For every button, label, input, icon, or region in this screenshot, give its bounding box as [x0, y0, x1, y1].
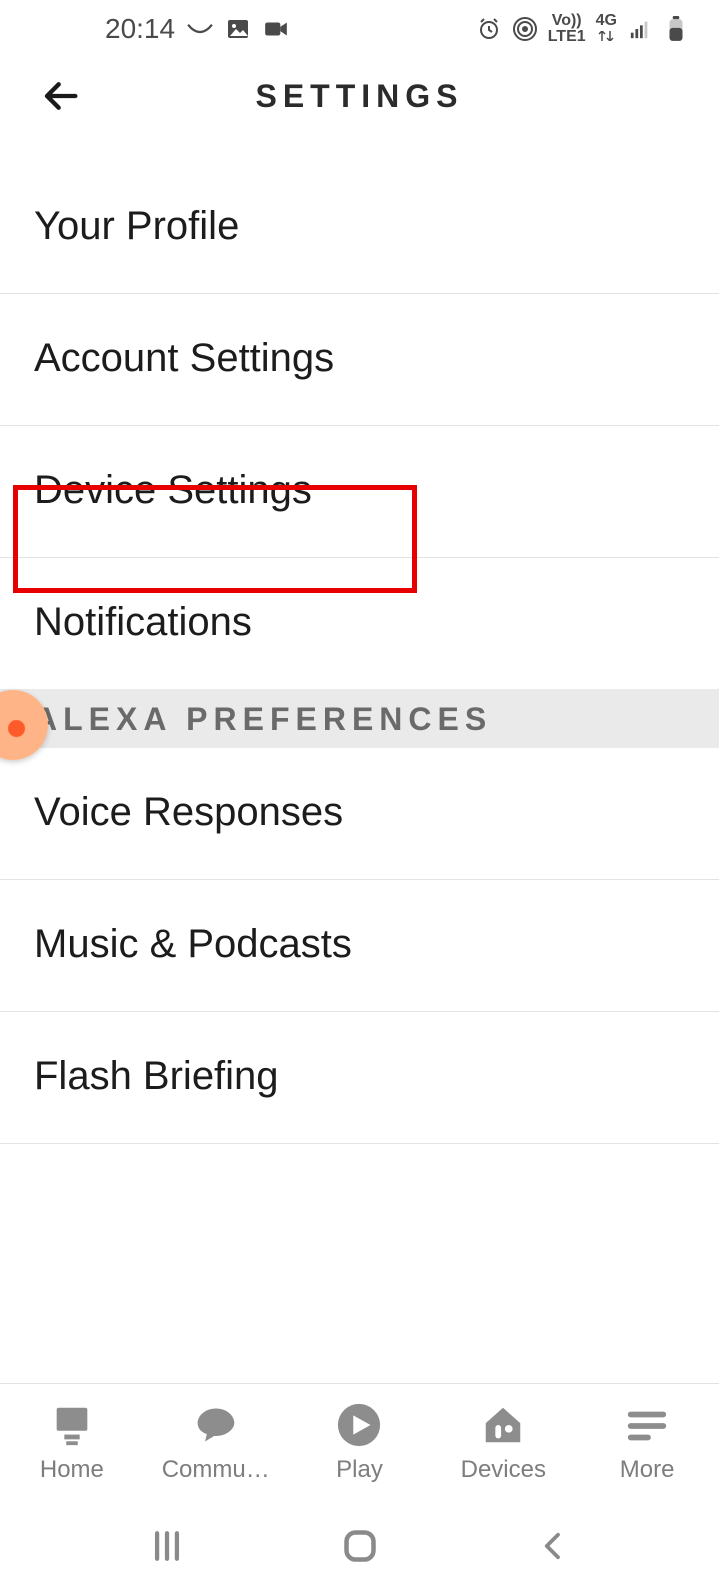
nav-home[interactable]: Home — [0, 1384, 144, 1501]
settings-item-flash-briefing[interactable]: Flash Briefing — [0, 1012, 719, 1144]
nav-label: Devices — [455, 1456, 552, 1484]
volte-top: Vo)) — [552, 12, 582, 29]
recents-icon — [150, 1529, 184, 1563]
signal-icon — [627, 16, 653, 42]
network-gen: 4G — [596, 13, 617, 45]
status-bar: 20:14 Vo)) LTE1 4G — [0, 0, 719, 58]
settings-item-label: Notifications — [34, 600, 252, 644]
home-icon — [49, 1402, 95, 1448]
status-right: Vo)) LTE1 4G — [476, 13, 689, 45]
network-gen-label: 4G — [596, 12, 617, 29]
battery-icon — [663, 16, 689, 42]
volte-bottom: LTE1 — [548, 28, 586, 45]
nav-more[interactable]: More — [575, 1384, 719, 1501]
swoosh-icon — [187, 16, 213, 42]
devices-icon — [480, 1402, 526, 1448]
section-header-alexa-preferences: ALEXA PREFERENCES — [0, 689, 719, 748]
nav-play[interactable]: Play — [288, 1384, 432, 1501]
settings-item-label: Flash Briefing — [34, 1054, 279, 1098]
settings-item-label: Device Settings — [34, 468, 312, 512]
settings-item-voice-responses[interactable]: Voice Responses — [0, 748, 719, 880]
chevron-left-icon — [538, 1531, 568, 1561]
settings-item-label: Music & Podcasts — [34, 922, 352, 966]
nav-label: More — [614, 1456, 681, 1484]
play-icon — [336, 1402, 382, 1448]
volte-indicator: Vo)) LTE1 — [548, 13, 586, 45]
sys-home-button[interactable] — [330, 1516, 390, 1576]
settings-list: Your Profile Account Settings Device Set… — [0, 134, 719, 1144]
settings-item-label: Your Profile — [34, 204, 239, 248]
page-title: SETTINGS — [0, 78, 719, 115]
nav-devices[interactable]: Devices — [431, 1384, 575, 1501]
arrow-left-icon — [42, 76, 82, 116]
nav-label: Play — [330, 1456, 389, 1484]
settings-item-device-settings[interactable]: Device Settings — [0, 426, 719, 558]
bottom-nav: Home Commu… Play Devices More — [0, 1383, 719, 1501]
nav-label: Home — [34, 1456, 110, 1484]
nav-communicate[interactable]: Commu… — [144, 1384, 288, 1501]
settings-item-notifications[interactable]: Notifications — [0, 558, 719, 689]
sys-back-button[interactable] — [523, 1516, 583, 1576]
nav-label: Commu… — [156, 1456, 276, 1484]
settings-item-label: Account Settings — [34, 336, 334, 380]
status-time: 20:14 — [105, 13, 175, 45]
alarm-icon — [476, 16, 502, 42]
video-icon — [263, 16, 289, 42]
settings-item-label: Voice Responses — [34, 790, 343, 834]
image-icon — [225, 16, 251, 42]
app-header: SETTINGS — [0, 58, 719, 134]
system-nav — [0, 1501, 719, 1591]
hotspot-icon — [512, 16, 538, 42]
home-square-icon — [342, 1528, 378, 1564]
chat-icon — [193, 1402, 239, 1448]
sys-recents-button[interactable] — [137, 1516, 197, 1576]
settings-item-account-settings[interactable]: Account Settings — [0, 294, 719, 426]
more-icon — [624, 1402, 670, 1448]
status-left: 20:14 — [105, 13, 289, 45]
settings-item-music-podcasts[interactable]: Music & Podcasts — [0, 880, 719, 1012]
back-button[interactable] — [38, 72, 86, 120]
settings-item-your-profile[interactable]: Your Profile — [0, 162, 719, 294]
